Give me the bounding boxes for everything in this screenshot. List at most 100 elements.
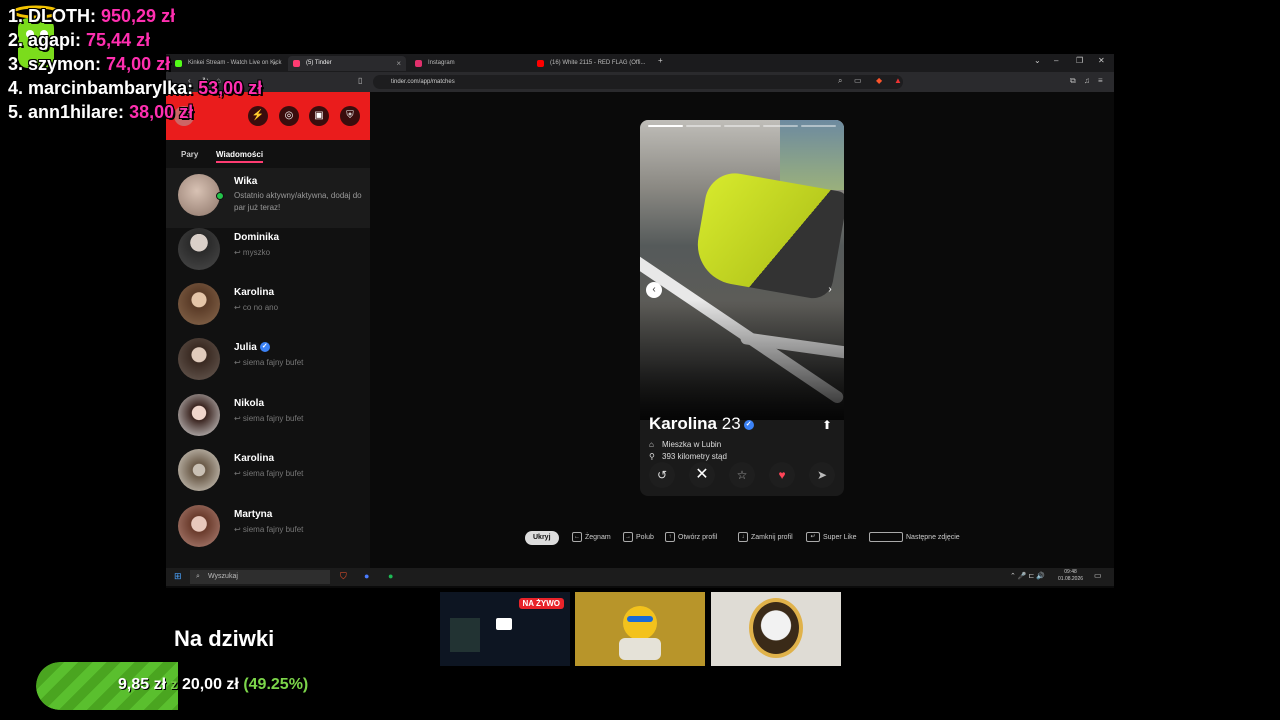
briefcase-icon[interactable]: ▣ [309,106,329,126]
tab-messages[interactable]: Wiadomości [216,150,264,163]
spotify-icon[interactable]: ● [388,571,393,581]
emoji-body [619,638,661,660]
rewind-icon[interactable]: ↺ [649,462,675,488]
close-tab-icon[interactable]: × [272,56,277,71]
close-tab-icon[interactable]: × [396,56,401,71]
photo-progress-segment [800,125,837,127]
address-bar[interactable]: tinder.com/app/matches [373,75,903,89]
browser-window: Kinkei Stream - Watch Live on Kick × (5) … [166,54,1114,588]
brave-rewards-icon[interactable]: ▲ [894,76,902,85]
brave-icon[interactable]: ⛉ [340,571,347,582]
open-profile-icon[interactable]: ⬆ [822,418,832,432]
preview-content [450,618,480,652]
like-icon[interactable]: ♥ [769,462,795,488]
shield-icon[interactable]: ⛨ [340,106,360,126]
conversation-preview: ↩ siema fajny bufet [234,525,304,534]
joker-thumbnail [711,592,841,666]
menu-icon[interactable]: ≡ [1098,76,1103,85]
location-pin-icon: ⚲ [649,452,655,461]
conversation-name: Wika [234,176,258,187]
monitor-icon [496,618,512,630]
conversation-preview: ↩ siema fajny bufet [234,414,304,423]
tab-bar: Kinkei Stream - Watch Live on Kick × (5) … [166,54,1114,72]
joker-avatar-icon [749,598,803,658]
leaderboard-entry: 3. szymon: 74,00 zł [8,54,171,74]
photo-progress-segment [724,125,760,127]
sunglasses-emoji-icon [623,606,657,640]
leaderboard-entry: 4. marcinbambarylka: 53,00 zł [8,78,263,98]
conversation-name: Dominika [234,232,280,243]
tab-list-button[interactable]: ⌄ [1034,56,1041,65]
tinder-icon [293,60,300,67]
boost-icon[interactable]: ➤ [809,462,835,488]
emoji-glasses [627,616,653,622]
extensions-icon[interactable]: ⧉ [1070,76,1076,86]
instagram-icon [415,60,422,67]
tab-youtube[interactable]: (16) White 2115 - RED FLAG (Offi... [532,56,654,71]
conversation-name: Karolina [234,453,275,464]
search-icon: ⌕ [196,573,200,580]
tab-tinder[interactable]: (5) Tinder × [288,56,406,71]
minimize-button[interactable]: – [1054,56,1058,65]
conversation-preview: ↩ siema fajny bufet [234,358,304,367]
windows-taskbar: ⊞ ⌕ Wyszukaj ⛉ ● ● ⌃ 🎤 ⊏ 🔊 09:48 01.08.20… [166,568,1114,586]
windows-start-icon[interactable]: ⊞ [174,571,182,582]
verified-icon: ✓ [743,419,754,430]
close-window-button[interactable]: ✕ [1098,56,1105,65]
profile-photo[interactable] [640,120,844,420]
avatar [178,449,220,491]
conversation-item[interactable]: Dominika ↩ myszko [166,222,370,276]
shortcut-next-photo: Następne zdjęcie [869,531,960,545]
conversation-item[interactable]: Karolina ↩ co no ano [166,277,370,331]
conversation-preview: ↩ siema fajny bufet [234,469,304,478]
shortcut-like: → Polub [623,532,654,543]
navigation-bar: ‹ ↻ ⌂ ▯ tinder.com/app/matches ⌕ ▭ ◆ ▲ ⧉… [166,72,1114,92]
conversation-item[interactable]: Nikola ↩ siema fajny bufet [166,388,370,442]
conversation-item[interactable]: Karolina ↩ siema fajny bufet [166,443,370,497]
super-like-icon[interactable]: ☆ [729,462,755,488]
tray-icons[interactable]: ⌃ 🎤 ⊏ 🔊 [1010,572,1045,580]
conversation-item[interactable]: Martyna ↩ siema fajny bufet [166,499,370,553]
hide-shortcuts-button[interactable]: Ukryj [525,531,559,545]
avatar [178,283,220,325]
online-indicator [216,192,224,200]
arrow-down-icon: ↓ [738,532,748,543]
conversation-item[interactable]: Wika Ostatnio aktywny/aktywna, dodaj do … [166,168,370,228]
notifications-icon[interactable]: ▭ [1094,571,1102,580]
avatar [178,505,220,547]
bookmark-icon[interactable]: ▯ [358,76,362,85]
space-key-icon [869,532,903,543]
brave-shield-icon[interactable]: ◆ [876,76,882,85]
profile-card[interactable]: ‹ › Karolina 23 ✓ ⬆ ⌂ Mieszka w Lubin ⚲ 3… [640,120,844,496]
new-tab-button[interactable]: + [658,56,663,65]
conversation-preview: ↩ myszko [234,248,271,257]
conversation-name: Nikola [234,398,265,409]
prev-photo-icon[interactable]: ‹ [646,282,662,298]
profile-name: Karolina 23 ✓ [649,414,754,434]
clock[interactable]: 09:48 01.08.2026 [1058,569,1083,583]
emote-thumbnail [575,592,705,666]
discord-icon[interactable]: ● [364,571,369,581]
avatar [178,338,220,380]
screen-icon[interactable]: ▭ [854,76,862,85]
conversation-item[interactable]: Julia ✓ ↩ siema fajny bufet [166,332,370,386]
media-icon[interactable]: ♫ [1084,76,1090,85]
verified-icon: ✓ [259,342,270,353]
tab-matches[interactable]: Pary [181,150,198,159]
compass-icon[interactable]: ◎ [279,106,299,126]
goal-title: Na dziwki [174,626,275,651]
tab-instagram[interactable]: Instagram [410,56,528,71]
sidebar-tabs: Pary Wiadomości [166,140,370,170]
zoom-icon[interactable]: ⌕ [838,76,842,86]
nope-icon[interactable]: ✕ [689,462,715,488]
maximize-button[interactable]: ❐ [1076,56,1083,65]
photo-progress-segment [648,125,684,127]
taskbar-search[interactable]: ⌕ Wyszukaj [190,570,330,584]
leaderboard-entry: 1. DLOTH: 950,29 zł [8,6,176,26]
avatar [178,228,220,270]
shortcut-open-profile: ↑ Otwórz profil [665,531,717,545]
shortcut-close-profile: ↓ Zamknij profil [738,531,793,545]
next-photo-icon[interactable]: › [822,282,838,298]
conversation-name: Julia ✓ [234,342,270,353]
screen-preview-thumbnail: NA ŻYWO [440,592,570,666]
